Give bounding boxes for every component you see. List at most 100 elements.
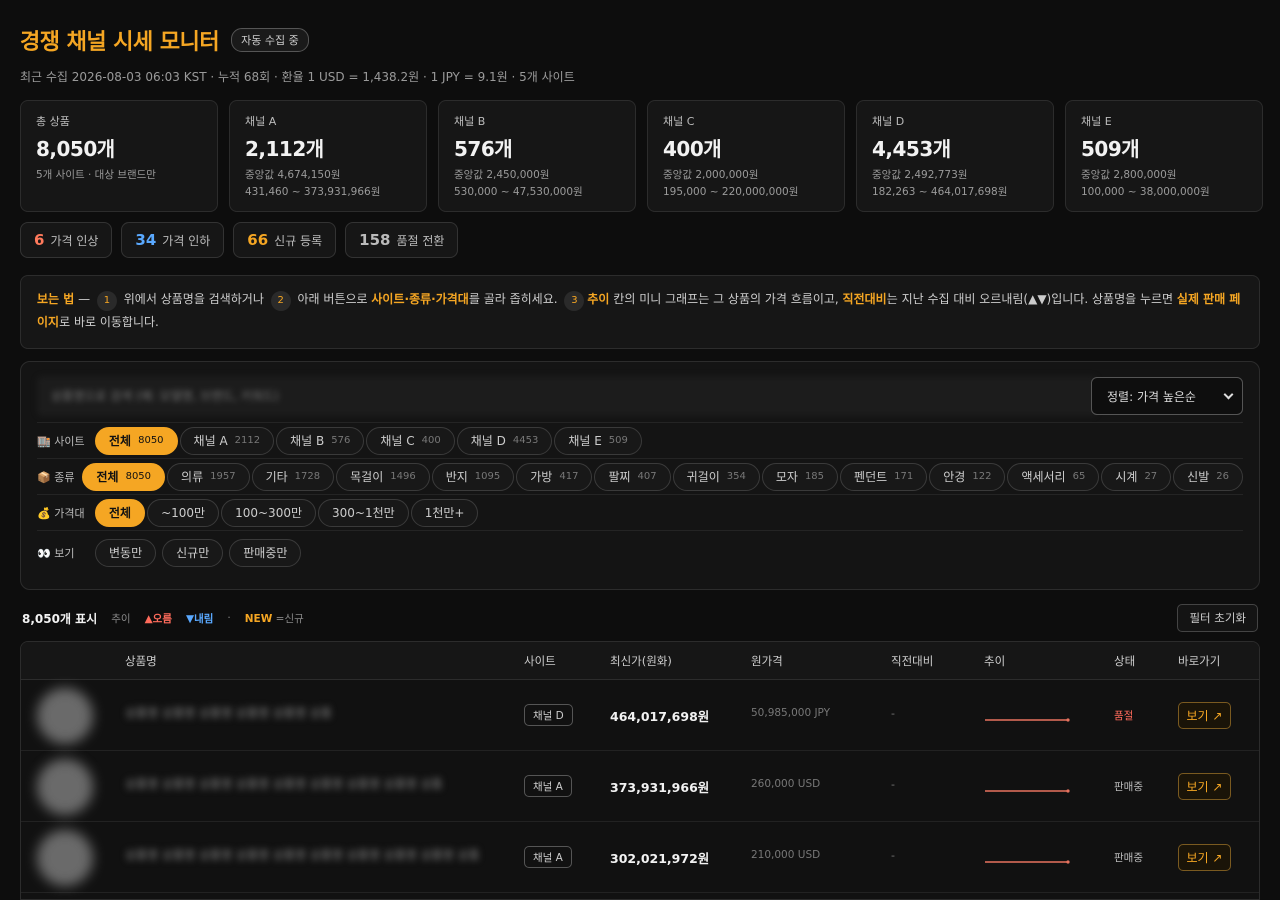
product-name-link[interactable]: 상품명 상품명 상품명 상품명 상품명 상품명 상품명 상품명 상품 bbox=[125, 775, 485, 793]
guide-text: 칸의 미니 그래프는 그 상품의 가격 흐름이고, bbox=[609, 292, 843, 306]
stat-cards: 총 상품 8,050개 5개 사이트 · 대상 브랜드만 채널 A 2,112개… bbox=[20, 100, 1263, 212]
trend-sparkline bbox=[985, 718, 1070, 722]
chip-count: 171 bbox=[894, 471, 914, 482]
chip-label: 액세서리 bbox=[1021, 470, 1066, 484]
filter-label: 사이트 bbox=[54, 434, 85, 448]
filter-chip-price[interactable]: 300~1천만 bbox=[318, 498, 409, 527]
product-table: 상품명 사이트 최신가(원화) 원가격 직전대비 추이 상태 바로가기 상품명 … bbox=[20, 641, 1260, 900]
filter-chip-kind[interactable]: 액세서리 65 bbox=[1007, 462, 1100, 491]
chip-label: 신발 bbox=[1187, 470, 1210, 484]
filter-chip-view[interactable]: 변동만 bbox=[95, 538, 157, 567]
product-thumbnail[interactable] bbox=[37, 688, 93, 744]
filter-chip-kind[interactable]: 귀걸이 354 bbox=[672, 462, 760, 491]
eyes-icon: 👀 bbox=[37, 546, 51, 560]
col-header-delta[interactable]: 직전대비 bbox=[891, 653, 933, 669]
filter-panel: 정렬: 가격 높은순 🏬 사이트 전체8050채널 A2112채널 B576채널… bbox=[20, 361, 1260, 590]
filter-chip-kind[interactable]: 펜던트 171 bbox=[840, 462, 928, 491]
col-header-status[interactable]: 상태 bbox=[1114, 653, 1135, 669]
stat-label: 채널 E bbox=[1081, 115, 1112, 128]
filter-chip-site[interactable]: 채널 D 4453 bbox=[456, 426, 553, 455]
search-input[interactable] bbox=[37, 376, 1097, 416]
col-header-price[interactable]: 최신가(원화) bbox=[610, 653, 672, 669]
stat-range: 182,263 ~ 464,017,698원 bbox=[872, 186, 1008, 198]
view-link-button[interactable]: 보기 ↗ bbox=[1178, 702, 1231, 729]
stat-value: 8,050개 bbox=[36, 137, 115, 161]
chip-count: 576 bbox=[331, 435, 351, 446]
change-count: 158 bbox=[359, 231, 391, 249]
filter-chip-kind[interactable]: 목걸이 1496 bbox=[336, 462, 430, 491]
filter-chip-kind[interactable]: 신발 26 bbox=[1173, 462, 1243, 491]
filter-row-price: 💰 가격대 전체 ~100만 100~300만 300~1천만 1천만+ bbox=[37, 494, 1243, 530]
chip-label: 가방 bbox=[530, 470, 553, 484]
filter-chip-price[interactable]: ~100만 bbox=[147, 498, 220, 527]
filter-chip-site[interactable]: 전체 8050 bbox=[95, 426, 178, 455]
col-header-name[interactable]: 상품명 bbox=[125, 653, 157, 669]
filter-chip-site[interactable]: 채널 B 576 bbox=[276, 426, 365, 455]
filter-chip-kind[interactable]: 기타 1728 bbox=[251, 462, 335, 491]
col-header-orig[interactable]: 원가격 bbox=[751, 653, 783, 669]
product-thumbnail[interactable] bbox=[37, 759, 93, 815]
sort-select[interactable]: 정렬: 가격 높은순 bbox=[1091, 377, 1243, 415]
chip-count: 26 bbox=[1216, 471, 1229, 482]
page-subtitle: 최근 수집 2026-08-03 06:03 KST · 누적 68회 · 환율… bbox=[20, 70, 575, 84]
change-count: 66 bbox=[247, 231, 269, 249]
filter-chip-price[interactable]: 1천만+ bbox=[410, 498, 479, 527]
chip-count: 2112 bbox=[234, 435, 261, 446]
reset-filters-button[interactable]: 필터 초기화 bbox=[1177, 604, 1258, 632]
chip-label: 변동만 bbox=[109, 546, 143, 560]
stat-card-channel-b: 채널 B 576개 중앙값 2,450,000원 530,000 ~ 47,53… bbox=[438, 100, 636, 212]
stat-value: 509개 bbox=[1081, 137, 1140, 161]
chip-label: 채널 E bbox=[568, 434, 602, 448]
product-name-link[interactable]: 상품명 상품명 상품명 상품명 상품명 상품명 상품명 상품명 상품명 상품 bbox=[125, 846, 485, 864]
filter-chip-site[interactable]: 채널 E 509 bbox=[554, 426, 642, 455]
price-delta: - bbox=[891, 849, 895, 862]
view-link-button[interactable]: 보기 ↗ bbox=[1178, 844, 1231, 871]
guide-text: 는 지난 수집 대비 오르내림(▲▼)입니다. 상품명을 누르면 bbox=[886, 292, 1177, 306]
filter-chip-kind[interactable]: 반지 1095 bbox=[431, 462, 515, 491]
filter-row-site: 🏬 사이트 전체 8050 채널 A 2112 채널 B 576 채널 C 400 채널 D 44… bbox=[37, 422, 1243, 458]
filter-chip-kind[interactable]: 팔찌 407 bbox=[594, 462, 671, 491]
table-row: 상품명 상품명 상품명 상품명 상품명 상품명 상품명 상품명 상품 채널 A 37… bbox=[21, 751, 1259, 822]
filter-chip-kind[interactable]: 안경 122 bbox=[929, 462, 1006, 491]
filter-chip-site[interactable]: 채널 C 400 bbox=[366, 426, 455, 455]
chip-label: 기타 bbox=[265, 470, 288, 484]
trend-sparkline bbox=[985, 789, 1070, 793]
col-header-site[interactable]: 사이트 bbox=[524, 653, 556, 669]
filter-chip-view[interactable]: 판매중만 bbox=[229, 538, 302, 567]
change-label: 신규 등록 bbox=[274, 233, 323, 248]
chip-count: 1728 bbox=[294, 471, 321, 482]
chip-label: 반지 bbox=[445, 470, 468, 484]
filter-chip-price[interactable]: 100~300만 bbox=[221, 498, 316, 527]
page-title: 경쟁 채널 시세 모니터 bbox=[20, 30, 220, 55]
filter-chip-kind[interactable]: 전체 8050 bbox=[82, 462, 166, 491]
stat-sub: 5개 사이트 · 대상 브랜드만 bbox=[36, 169, 156, 181]
change-summary: 6 가격 인상 34 가격 인하 66 신규 등록 158 품절 전환 bbox=[20, 222, 459, 258]
new-listing-pill[interactable]: 66 신규 등록 bbox=[233, 222, 337, 258]
chip-count: 27 bbox=[1144, 471, 1158, 482]
price-up-pill[interactable]: 6 가격 인상 bbox=[20, 222, 113, 258]
stat-value: 2,112개 bbox=[245, 137, 324, 161]
filter-chip-kind[interactable]: 가방 417 bbox=[516, 462, 593, 491]
chip-label: 전체 bbox=[96, 470, 119, 484]
price-down-pill[interactable]: 34 가격 인하 bbox=[121, 222, 225, 258]
change-label: 가격 인하 bbox=[162, 233, 211, 248]
filter-chip-kind[interactable]: 의류 1957 bbox=[167, 462, 250, 491]
filter-chip-kind[interactable]: 시계 27 bbox=[1101, 462, 1172, 491]
col-header-link: 바로가기 bbox=[1178, 654, 1221, 668]
chip-count: 8050 bbox=[125, 471, 152, 482]
product-thumbnail[interactable] bbox=[37, 830, 93, 886]
chip-label: 채널 D bbox=[470, 434, 506, 448]
view-link-button[interactable]: 보기 ↗ bbox=[1178, 773, 1231, 800]
site-tag: 채널 D bbox=[524, 704, 573, 726]
filter-chip-view[interactable]: 신규만 bbox=[162, 538, 224, 567]
filter-chip-kind[interactable]: 모자 185 bbox=[761, 462, 839, 491]
filter-chip-price[interactable]: 전체 bbox=[95, 498, 146, 527]
status-badge: 자동 수집 중 bbox=[231, 28, 309, 52]
change-count: 6 bbox=[34, 231, 45, 249]
soldout-pill[interactable]: 158 품절 전환 bbox=[345, 222, 459, 258]
chip-count: 65 bbox=[1072, 471, 1086, 482]
product-name-link[interactable]: 상품명 상품명 상품명 상품명 상품명 상품 bbox=[125, 704, 485, 722]
chip-count: 417 bbox=[559, 471, 579, 482]
chip-count: 1095 bbox=[474, 471, 501, 482]
filter-chip-site[interactable]: 채널 A 2112 bbox=[179, 426, 275, 455]
